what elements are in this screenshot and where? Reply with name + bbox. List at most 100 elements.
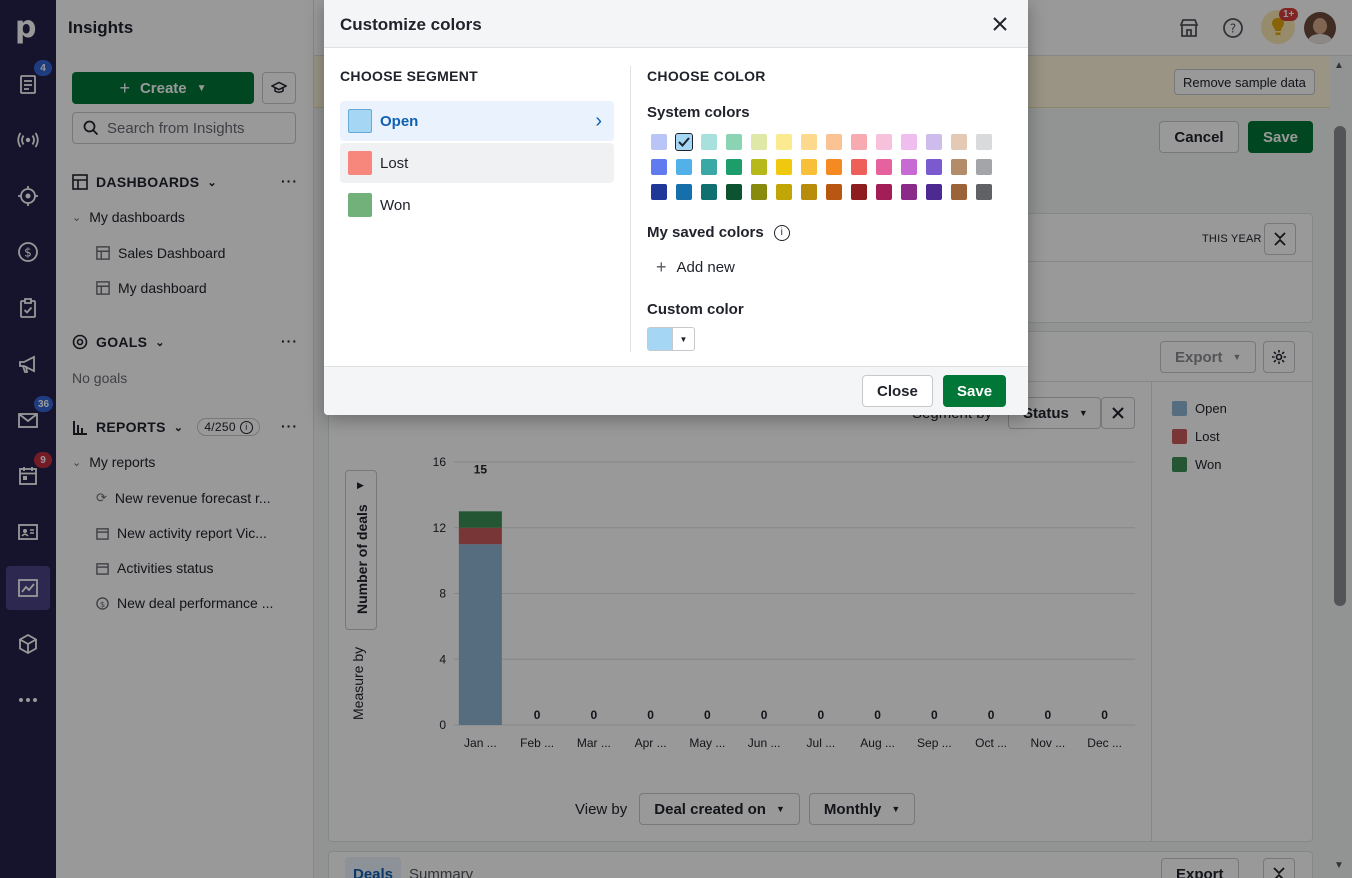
system-color-swatch[interactable] <box>901 184 917 200</box>
rail-item-contacts[interactable] <box>6 510 50 554</box>
system-color-swatch[interactable] <box>851 159 867 175</box>
scroll-up-icon[interactable]: ▲ <box>1334 60 1344 71</box>
system-color-swatch[interactable] <box>651 134 667 150</box>
rail-item-megaphone[interactable] <box>6 342 50 386</box>
system-color-swatch[interactable] <box>676 184 692 200</box>
system-color-swatch[interactable] <box>976 134 992 150</box>
system-color-swatch[interactable] <box>926 159 942 175</box>
system-color-swatch[interactable] <box>851 134 867 150</box>
report-settings-button[interactable] <box>1263 341 1295 373</box>
system-color-swatch[interactable] <box>701 159 717 175</box>
system-color-swatch[interactable] <box>901 134 917 150</box>
system-color-swatch[interactable] <box>751 184 767 200</box>
custom-color-picker[interactable]: ▼ <box>647 327 695 351</box>
avatar[interactable] <box>1304 12 1336 44</box>
my-reports-group[interactable]: ⌄ My reports <box>72 451 298 473</box>
system-color-swatch[interactable] <box>651 184 667 200</box>
legend-item-won[interactable]: Won <box>1172 457 1222 472</box>
pipedrive-logo[interactable]: p <box>15 10 41 45</box>
remove-sample-data-button[interactable]: Remove sample data <box>1174 69 1315 95</box>
system-color-swatch[interactable] <box>876 159 892 175</box>
system-color-swatch[interactable] <box>801 159 817 175</box>
system-color-swatch[interactable] <box>751 159 767 175</box>
info-icon[interactable]: i <box>239 420 253 434</box>
rail-item-box[interactable] <box>6 622 50 666</box>
system-color-swatch[interactable] <box>826 184 842 200</box>
marketplace-icon[interactable] <box>1175 14 1203 42</box>
sidebar-item-revenue-forecast[interactable]: ⟳ New revenue forecast r... <box>96 487 296 509</box>
create-button[interactable]: + Create ▼ <box>72 72 254 104</box>
reports-section-header[interactable]: REPORTS ⌄ 4/250 i ··· <box>72 416 298 438</box>
goals-more-icon[interactable]: ··· <box>281 333 298 349</box>
system-color-swatch[interactable] <box>926 184 942 200</box>
system-color-swatch[interactable] <box>726 134 742 150</box>
rail-item-broadcast[interactable] <box>6 118 50 162</box>
system-color-swatch[interactable] <box>876 134 892 150</box>
segment-item-lost[interactable]: Lost <box>340 143 614 183</box>
rail-item-more[interactable] <box>6 678 50 722</box>
segment-item-open[interactable]: Open › <box>340 101 614 141</box>
system-color-swatch[interactable] <box>651 159 667 175</box>
dashboards-more-icon[interactable]: ··· <box>281 173 298 189</box>
tips-lightbulb-icon[interactable]: 1+ <box>1261 8 1299 44</box>
system-color-swatch[interactable] <box>751 134 767 150</box>
system-color-swatch[interactable] <box>776 134 792 150</box>
rail-item-mail[interactable]: 36 <box>6 396 54 442</box>
segment-item-won[interactable]: Won <box>340 185 614 225</box>
system-color-swatch[interactable] <box>876 184 892 200</box>
system-color-swatch[interactable] <box>951 159 967 175</box>
sidebar-item-sales-dashboard[interactable]: Sales Dashboard <box>96 242 296 264</box>
system-color-swatch[interactable] <box>926 134 942 150</box>
sidebar-item-my-dashboard[interactable]: My dashboard <box>96 277 296 299</box>
clear-segment-button[interactable] <box>1101 397 1135 429</box>
reports-more-icon[interactable]: ··· <box>281 418 298 434</box>
system-color-swatch[interactable] <box>901 159 917 175</box>
goals-section-header[interactable]: GOALS ⌄ ··· <box>72 331 298 353</box>
system-color-swatch[interactable] <box>951 184 967 200</box>
view-by-dropdown[interactable]: Deal created on ▼ <box>639 793 800 825</box>
system-color-swatch[interactable] <box>801 184 817 200</box>
interval-dropdown[interactable]: Monthly ▼ <box>808 793 916 825</box>
my-dashboards-group[interactable]: ⌄ My dashboards <box>72 206 298 228</box>
system-color-swatch[interactable] <box>976 159 992 175</box>
main-scrollbar[interactable]: ▲ ▼ <box>1330 56 1352 878</box>
table-export-button[interactable]: Export <box>1161 858 1239 878</box>
system-color-swatch[interactable] <box>776 159 792 175</box>
system-color-swatch[interactable] <box>776 184 792 200</box>
legend-item-lost[interactable]: Lost <box>1172 429 1220 444</box>
system-color-swatch[interactable] <box>701 134 717 150</box>
rail-item-dollar[interactable]: $ <box>6 230 50 274</box>
scrollbar-thumb[interactable] <box>1334 126 1346 606</box>
system-color-swatch[interactable] <box>801 134 817 150</box>
system-color-swatch[interactable] <box>675 133 693 151</box>
system-color-swatch[interactable] <box>726 184 742 200</box>
dashboards-section-header[interactable]: DASHBOARDS ⌄ ··· <box>72 171 298 193</box>
table-collapse-button[interactable] <box>1263 858 1295 878</box>
rail-item-calendar[interactable]: 9 <box>6 452 52 498</box>
search-input[interactable]: Search from Insights <box>72 112 296 144</box>
academy-button[interactable] <box>262 72 296 104</box>
export-button[interactable]: Export ▼ <box>1160 341 1257 373</box>
dialog-save-button[interactable]: Save <box>943 375 1007 407</box>
sidebar-item-deal-performance[interactable]: $ New deal performance ... <box>96 592 296 614</box>
system-color-swatch[interactable] <box>951 134 967 150</box>
legend-item-open[interactable]: Open <box>1172 401 1227 416</box>
tab-deals[interactable]: Deals <box>345 857 402 878</box>
info-icon[interactable]: i <box>773 224 790 241</box>
system-color-swatch[interactable] <box>976 184 992 200</box>
help-icon[interactable]: ? <box>1219 14 1247 42</box>
system-color-swatch[interactable] <box>726 159 742 175</box>
dialog-close-icon[interactable] <box>990 14 1010 34</box>
collapse-filter-button[interactable] <box>1264 223 1296 255</box>
system-color-swatch[interactable] <box>851 184 867 200</box>
rail-item-deals[interactable]: 4 <box>6 60 52 106</box>
add-new-color-button[interactable]: + Add new <box>656 257 735 278</box>
dialog-close-button[interactable]: Close <box>862 375 933 407</box>
save-button[interactable]: Save <box>1248 121 1313 153</box>
system-color-swatch[interactable] <box>826 134 842 150</box>
sidebar-item-activity-report[interactable]: New activity report Vic... <box>96 522 296 544</box>
rail-item-target[interactable] <box>6 174 50 218</box>
system-color-swatch[interactable] <box>676 159 692 175</box>
rail-item-insights[interactable] <box>6 566 50 610</box>
system-color-swatch[interactable] <box>701 184 717 200</box>
